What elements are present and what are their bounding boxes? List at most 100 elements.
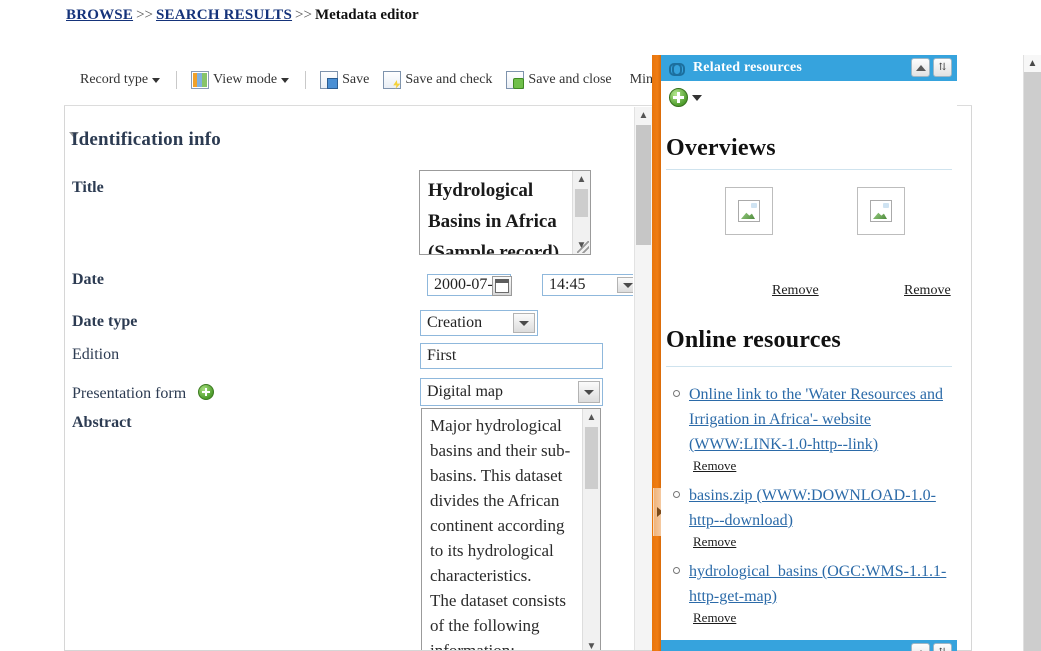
next-panel-header-buttons: ⇅	[911, 643, 952, 651]
save-and-check-button[interactable]: Save and check	[383, 71, 492, 89]
section-title-identification-info: Identification info	[71, 129, 222, 150]
view-mode-label: View mode	[213, 72, 278, 87]
overview-remove-link-2[interactable]: Remove	[904, 283, 951, 299]
collapse-panel-button[interactable]	[911, 643, 930, 651]
overview-remove-link-1[interactable]: Remove	[772, 283, 819, 299]
chevron-down-icon	[281, 77, 290, 83]
chevron-down-icon[interactable]	[578, 381, 600, 403]
abstract-value: Major hydrological basins and their sub-…	[430, 416, 571, 650]
online-resource-remove-2[interactable]: Remove	[693, 534, 736, 550]
online-resources-divider	[666, 366, 952, 367]
presentation-form-select[interactable]: Digital map	[420, 378, 603, 406]
grid-icon	[191, 71, 210, 89]
broken-image-icon	[738, 200, 760, 222]
toolbar-divider-1	[176, 71, 178, 89]
view-mode-button[interactable]: View mode	[191, 71, 290, 89]
edition-input[interactable]	[420, 343, 603, 369]
resize-grip[interactable]	[577, 241, 589, 253]
pane-splitter[interactable]	[652, 55, 661, 651]
save-icon	[320, 71, 339, 89]
scrollbar-thumb[interactable]	[575, 189, 588, 217]
identification-info-form: Identification info Title Hydrological B…	[65, 107, 633, 650]
presentation-form-value: Digital map	[427, 383, 503, 400]
overview-thumbnail-1[interactable]	[725, 187, 773, 235]
breadcrumb-search-results-link[interactable]: SEARCH RESULTS	[156, 7, 292, 23]
related-resources-pane: Related resources ⇅ Overviews Remove Rem…	[661, 55, 957, 651]
overview-thumbnail-2[interactable]	[857, 187, 905, 235]
title-label: Title	[72, 179, 104, 196]
page-scrollbar[interactable]: ▲	[1023, 55, 1041, 651]
date-type-select[interactable]: Creation	[420, 310, 538, 336]
abstract-label: Abstract	[72, 414, 132, 431]
save-and-close-label: Save and close	[528, 72, 612, 87]
scroll-down-icon[interactable]: ▼	[583, 638, 600, 650]
chevron-down-icon	[692, 94, 702, 101]
save-and-check-label: Save and check	[405, 72, 493, 87]
record-type-button[interactable]: Record type	[76, 72, 161, 87]
save-button[interactable]: Save	[320, 71, 369, 89]
scroll-up-icon[interactable]: ▲	[583, 409, 600, 426]
related-resources-header: Related resources ⇅	[661, 55, 957, 81]
overviews-heading: Overviews	[666, 135, 776, 161]
add-presentation-form-icon[interactable]	[198, 384, 215, 400]
online-resource-remove-3[interactable]: Remove	[693, 610, 736, 626]
overviews-divider	[666, 169, 952, 170]
save-and-close-button[interactable]: Save and close	[506, 71, 612, 89]
scrollbar-thumb[interactable]	[636, 125, 651, 245]
scroll-up-icon[interactable]: ▲	[573, 171, 590, 188]
date-type-label: Date type	[72, 313, 138, 330]
next-panel-header: ⇅	[661, 640, 957, 651]
collapse-panel-button[interactable]	[911, 58, 930, 77]
online-resource-link-1[interactable]: Online link to the 'Water Resources and …	[689, 382, 953, 457]
date-label: Date	[72, 271, 104, 288]
scroll-up-icon[interactable]: ▲	[635, 107, 652, 124]
bullet-icon	[673, 390, 680, 397]
plus-circle-icon	[669, 88, 688, 107]
online-resource-link-3[interactable]: hydrological_basins (OGC:WMS-1.1.1-http-…	[689, 559, 953, 609]
list-item: basins.zip (WWW:DOWNLOAD-1.0-http--downl…	[673, 483, 953, 551]
calendar-icon[interactable]	[492, 276, 512, 296]
breadcrumb-browse-link[interactable]: BROWSE	[66, 7, 133, 23]
abstract-textarea[interactable]: Major hydrological basins and their sub-…	[421, 408, 601, 650]
time-value: 14:45	[549, 276, 586, 293]
list-item: Online link to the 'Water Resources and …	[673, 382, 953, 475]
online-resources-list: Online link to the 'Water Resources and …	[673, 382, 953, 635]
chevron-down-icon[interactable]	[513, 313, 535, 333]
refresh-icon: ⇅	[938, 647, 946, 651]
chevron-down-icon	[152, 77, 161, 83]
title-textarea[interactable]: Hydrological Basins in Africa (Sample re…	[419, 170, 591, 255]
link-icon	[669, 63, 685, 76]
metadata-editor-page: BROWSE >> SEARCH RESULTS >> Metadata editor …	[0, 0, 1041, 651]
record-type-label: Record type	[80, 72, 149, 87]
edition-label: Edition	[72, 346, 120, 363]
breadcrumb-current-page: Metadata editor	[314, 7, 419, 23]
add-related-resource-button[interactable]	[669, 88, 702, 107]
presentation-form-text: Presentation form	[72, 385, 187, 402]
related-resources-title: Related resources	[693, 60, 803, 75]
online-resource-link-2[interactable]: basins.zip (WWW:DOWNLOAD-1.0-http--downl…	[689, 483, 953, 533]
validate-icon	[383, 71, 402, 89]
chevron-down-icon[interactable]	[617, 277, 633, 293]
refresh-panel-button[interactable]: ⇅	[933, 58, 952, 77]
toolbar-divider-2	[305, 71, 307, 89]
broken-image-icon	[870, 200, 892, 222]
save-label: Save	[342, 72, 370, 87]
bullet-icon	[673, 491, 680, 498]
triangle-up-icon	[915, 64, 926, 71]
form-pane-scrollbar[interactable]: ▲	[634, 107, 652, 650]
bullet-icon	[673, 567, 680, 574]
refresh-panel-button[interactable]: ⇅	[933, 643, 952, 651]
abstract-scrollbar[interactable]: ▲ ▼	[582, 409, 600, 650]
scrollbar-track[interactable]	[1024, 72, 1041, 651]
date-type-value: Creation	[427, 314, 483, 331]
breadcrumb: BROWSE >> SEARCH RESULTS >> Metadata editor	[66, 7, 419, 24]
scroll-up-icon[interactable]: ▲	[1024, 55, 1041, 72]
list-item: hydrological_basins (OGC:WMS-1.1.1-http-…	[673, 559, 953, 627]
time-select[interactable]: 14:45	[542, 274, 633, 296]
online-resource-remove-1[interactable]: Remove	[693, 458, 736, 474]
breadcrumb-separator-2: >>	[295, 7, 312, 23]
scrollbar-thumb[interactable]	[585, 427, 598, 489]
breadcrumb-separator-1: >>	[136, 7, 153, 23]
presentation-form-label: Presentation form	[72, 384, 215, 403]
save-close-icon	[506, 71, 525, 89]
